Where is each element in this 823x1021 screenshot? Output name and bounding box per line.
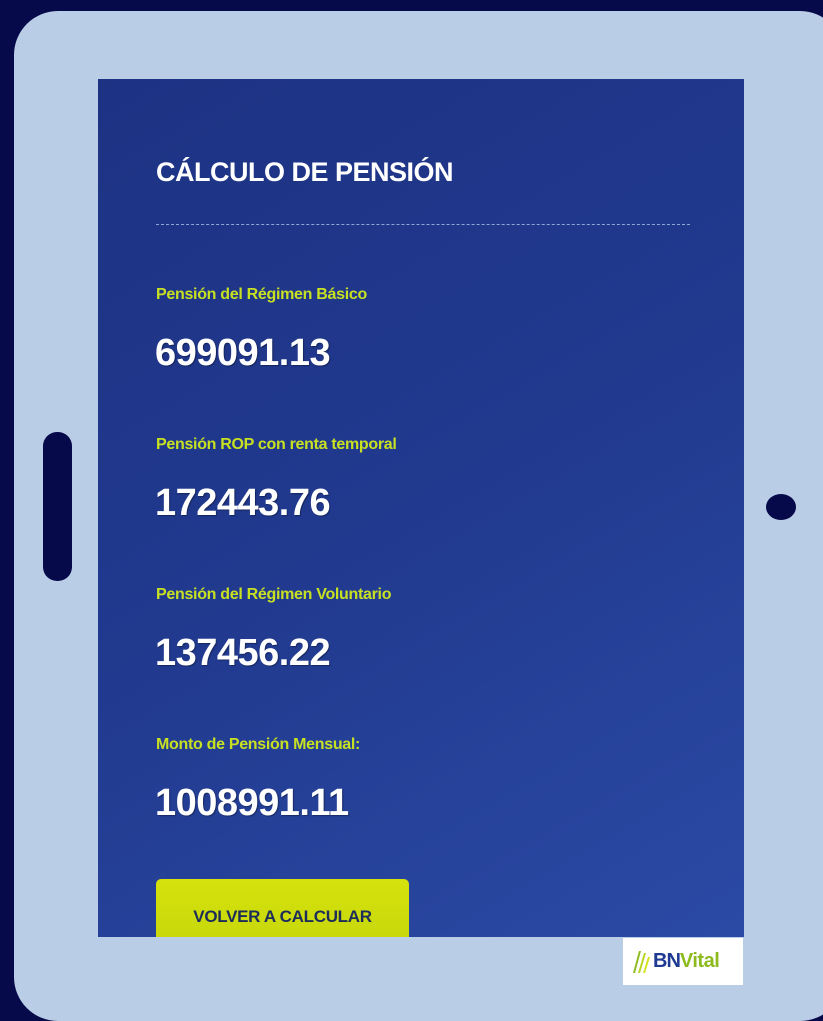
- bnvital-logo-mark-icon: [633, 950, 650, 973]
- monthly-pension-label: Monto de Pensión Mensual:: [156, 736, 361, 753]
- logo-text-bn: BN: [653, 950, 681, 972]
- monthly-pension-value: 1008991.11: [155, 782, 349, 824]
- rop-label: Pensión ROP con renta temporal: [156, 436, 397, 453]
- voluntary-regime-value: 137456.22: [155, 632, 331, 674]
- title-divider: [156, 224, 690, 225]
- pension-result-panel: CÁLCULO DE PENSIÓN Pensión del Régimen B…: [98, 79, 744, 937]
- tablet-side-button: [43, 432, 72, 581]
- page-title: CÁLCULO DE PENSIÓN: [156, 157, 454, 187]
- basic-regime-label: Pensión del Régimen Básico: [156, 286, 367, 303]
- logo-text-vital: Vital: [679, 950, 720, 972]
- tablet-home-button: [766, 494, 796, 520]
- rop-value: 172443.76: [155, 482, 331, 524]
- basic-regime-value: 699091.13: [155, 332, 331, 374]
- bnvital-logo: BN Vital: [623, 938, 743, 985]
- recalculate-button[interactable]: VOLVER A CALCULAR: [156, 879, 409, 937]
- voluntary-regime-label: Pensión del Régimen Voluntario: [156, 586, 392, 603]
